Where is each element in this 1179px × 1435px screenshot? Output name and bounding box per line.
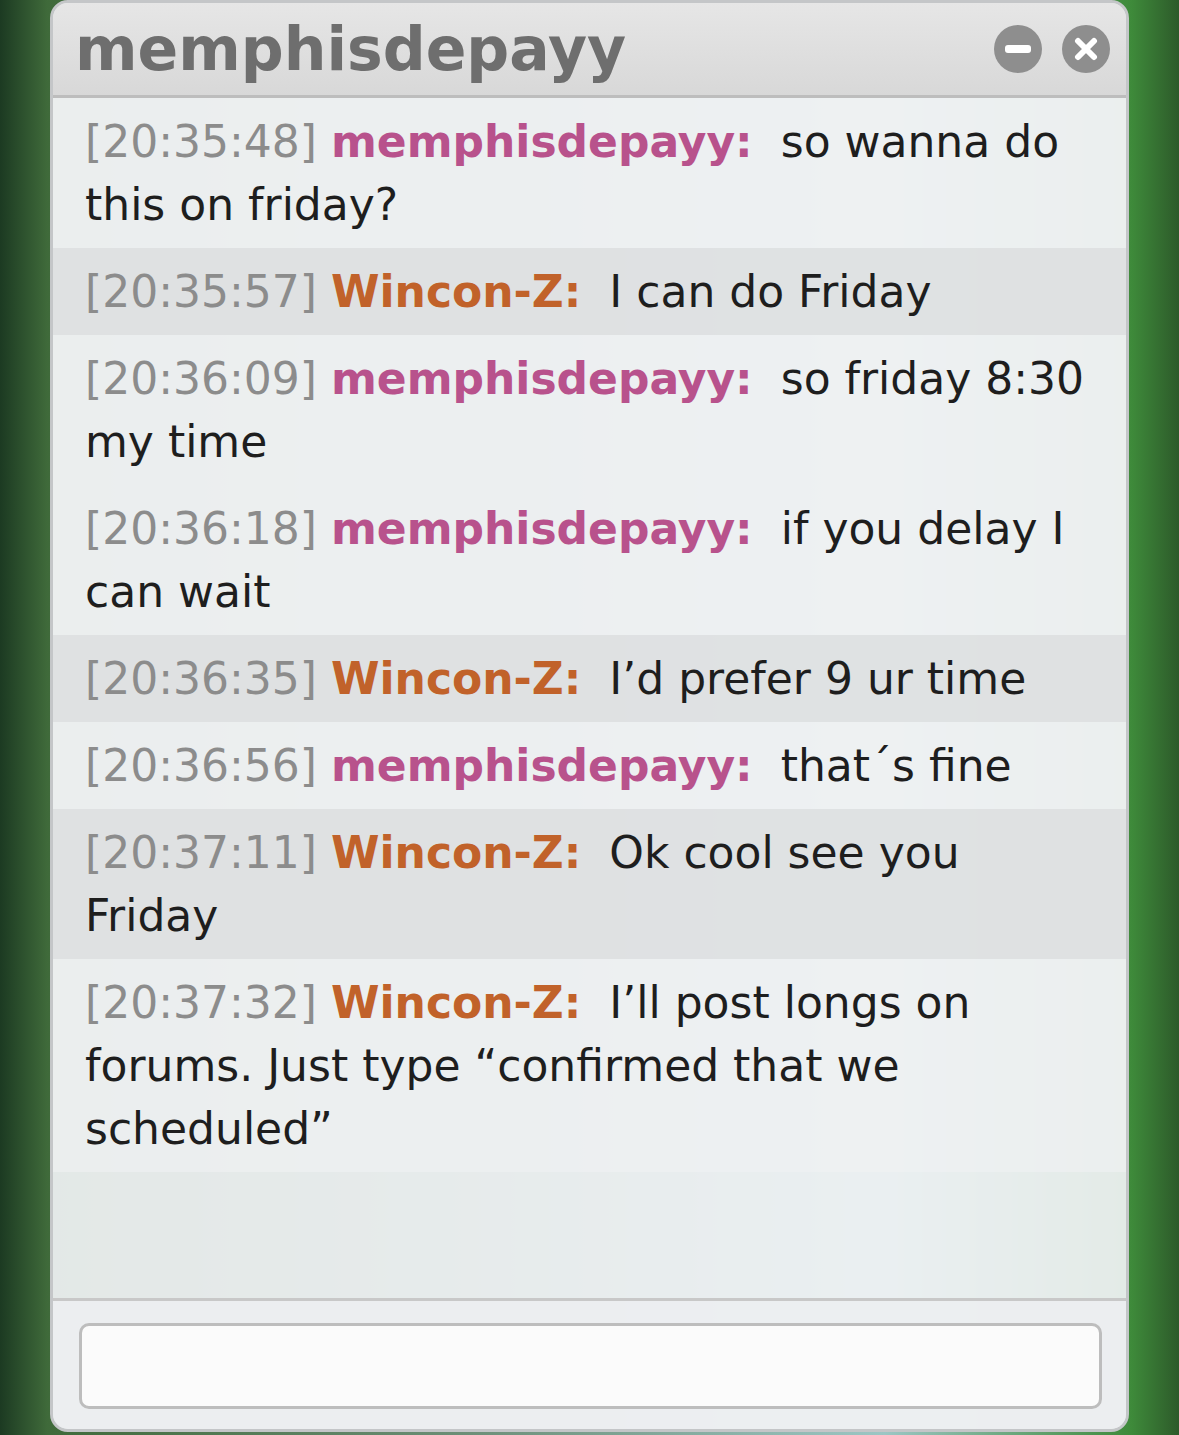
title-bar[interactable]: memphisdepayy bbox=[53, 3, 1126, 98]
close-button[interactable] bbox=[1062, 25, 1110, 73]
message-row: [20:35:48] memphisdepayy: so wanna do th… bbox=[53, 98, 1126, 248]
message-time: [20:36:09] bbox=[85, 353, 317, 404]
window-controls bbox=[994, 25, 1110, 73]
minimize-icon bbox=[1005, 45, 1031, 53]
message-list: [20:35:48] memphisdepayy: so wanna do th… bbox=[53, 98, 1126, 1298]
message-time: [20:37:11] bbox=[85, 827, 317, 878]
message-row: [20:35:57] Wincon-Z: I can do Friday bbox=[53, 248, 1126, 335]
minimize-button[interactable] bbox=[994, 25, 1042, 73]
message-row: [20:37:11] Wincon-Z: Ok cool see you Fri… bbox=[53, 809, 1126, 959]
message-sender: memphisdepayy: bbox=[331, 353, 753, 404]
message-time: [20:36:35] bbox=[85, 653, 317, 704]
message-sender: Wincon-Z: bbox=[331, 977, 581, 1028]
message-text: that´s fine bbox=[781, 740, 1012, 791]
message-row: [20:36:09] memphisdepayy: so friday 8:30… bbox=[53, 335, 1126, 485]
close-icon bbox=[1074, 37, 1098, 61]
message-sender: Wincon-Z: bbox=[331, 827, 581, 878]
message-row: [20:36:35] Wincon-Z: I’d prefer 9 ur tim… bbox=[53, 635, 1126, 722]
message-row: [20:36:56] memphisdepayy: that´s fine bbox=[53, 722, 1126, 809]
message-sender: Wincon-Z: bbox=[331, 266, 581, 317]
message-sender: memphisdepayy: bbox=[331, 116, 753, 167]
desktop: memphisdepayy [20:35:48] memphisdepayy: s… bbox=[0, 0, 1179, 1435]
message-time: [20:35:57] bbox=[85, 266, 317, 317]
message-sender: memphisdepayy: bbox=[331, 503, 753, 554]
message-text: I’d prefer 9 ur time bbox=[609, 653, 1026, 704]
input-area bbox=[53, 1298, 1126, 1429]
message-time: [20:35:48] bbox=[85, 116, 317, 167]
message-time: [20:36:18] bbox=[85, 503, 317, 554]
message-time: [20:36:56] bbox=[85, 740, 317, 791]
message-row: [20:36:18] memphisdepayy: if you delay I… bbox=[53, 485, 1126, 635]
message-input[interactable] bbox=[79, 1323, 1102, 1409]
message-time: [20:37:32] bbox=[85, 977, 317, 1028]
message-sender: Wincon-Z: bbox=[331, 653, 581, 704]
message-row: [20:37:32] Wincon-Z: I’ll post longs on … bbox=[53, 959, 1126, 1172]
message-text: I can do Friday bbox=[609, 266, 931, 317]
message-sender: memphisdepayy: bbox=[331, 740, 753, 791]
chat-window: memphisdepayy [20:35:48] memphisdepayy: s… bbox=[50, 0, 1129, 1432]
window-title: memphisdepayy bbox=[75, 13, 626, 85]
